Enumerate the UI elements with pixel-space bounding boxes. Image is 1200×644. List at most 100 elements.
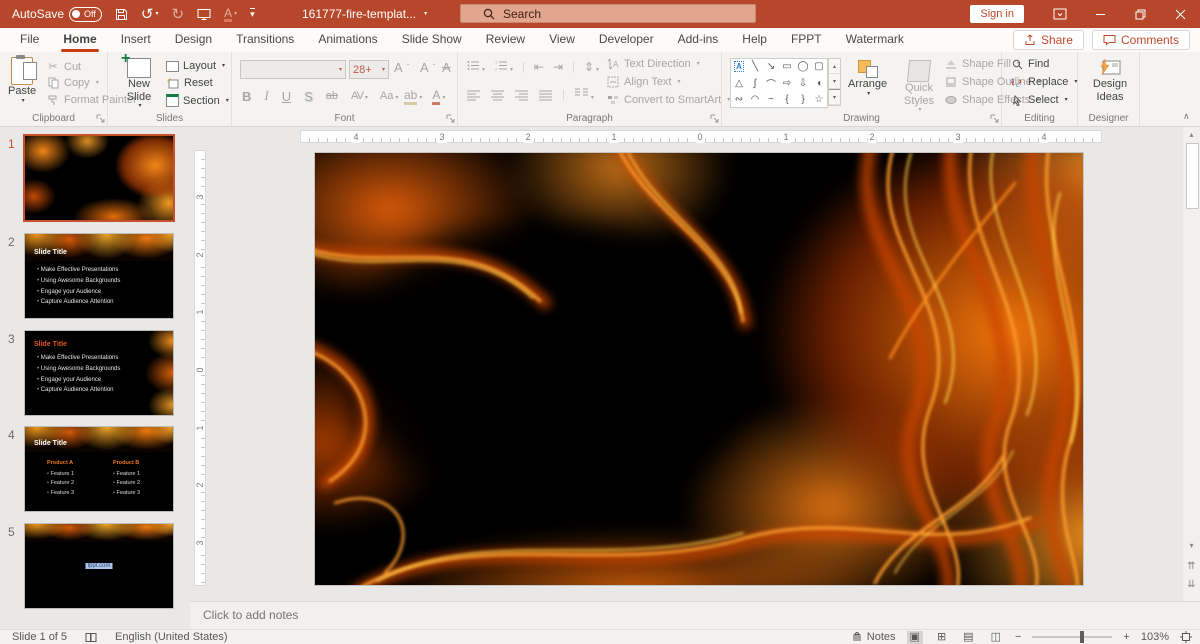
- tab-file[interactable]: File: [8, 28, 51, 52]
- tab-insert[interactable]: Insert: [109, 28, 163, 52]
- zoom-level[interactable]: 103%: [1141, 631, 1169, 643]
- oval-shape[interactable]: ◯: [797, 61, 808, 72]
- paste-button[interactable]: Paste ▾: [8, 57, 36, 104]
- vertical-scrollbar[interactable]: ▴ ▾ ⇈ ⇊: [1183, 127, 1200, 601]
- increase-indent-button[interactable]: ⇥: [553, 60, 563, 74]
- undo-button[interactable]: ↺ ▾: [141, 7, 159, 22]
- arrow-shape[interactable]: ↘: [767, 61, 775, 72]
- horizontal-ruler[interactable]: 4 3 2 1 0 1 2 3 4: [300, 130, 1102, 143]
- right-arrow-shape[interactable]: ⇨: [783, 78, 791, 89]
- rectangle-shape[interactable]: ▭: [782, 61, 791, 72]
- tab-add-ins[interactable]: Add-ins: [666, 28, 731, 52]
- underline-button[interactable]: U: [282, 89, 291, 104]
- shapes-scroll-up-icon[interactable]: ▴: [829, 59, 840, 74]
- arc-shape[interactable]: ◠: [751, 94, 760, 105]
- text-highlight-button[interactable]: ab▾: [404, 88, 422, 102]
- clipboard-dialog-launcher[interactable]: [96, 114, 105, 123]
- autosave-toggle[interactable]: AutoSave Off: [12, 7, 102, 22]
- decrease-indent-button[interactable]: ⇤: [534, 60, 544, 74]
- zoom-in-button[interactable]: +: [1123, 631, 1129, 643]
- character-spacing-button[interactable]: AV▾: [351, 90, 367, 102]
- triangle-shape[interactable]: △: [735, 78, 743, 89]
- search-box[interactable]: Search: [460, 4, 756, 23]
- text-direction-button[interactable]: A Text Direction ▾: [606, 58, 700, 70]
- tab-watermark[interactable]: Watermark: [834, 28, 916, 52]
- design-ideas-button[interactable]: Design Ideas: [1090, 58, 1130, 103]
- text-box-shape[interactable]: A: [734, 61, 744, 73]
- tab-transitions[interactable]: Transitions: [224, 28, 306, 52]
- justify-button[interactable]: [538, 90, 552, 101]
- align-text-button[interactable]: Align Text ▾: [606, 76, 681, 88]
- tab-help[interactable]: Help: [730, 28, 779, 52]
- text-shadow-button[interactable]: S: [304, 89, 313, 104]
- numbering-button[interactable]: 12▾: [494, 60, 513, 74]
- vertical-ruler[interactable]: 3 2 1 0 1 2 3: [194, 150, 206, 586]
- notes-pane[interactable]: Click to add notes: [190, 601, 1200, 629]
- previous-slide-button[interactable]: ⇈: [1183, 561, 1200, 572]
- arrange-button[interactable]: Arrange ▾: [848, 60, 887, 97]
- new-slide-button[interactable]: New Slide ▾: [118, 58, 160, 109]
- grow-font-button[interactable]: Aˆ: [394, 60, 409, 75]
- notes-placeholder[interactable]: Click to add notes: [203, 608, 298, 622]
- slide-sorter-view-button[interactable]: ⊞: [934, 631, 949, 644]
- find-button[interactable]: Find: [1010, 58, 1049, 70]
- bold-button[interactable]: B: [242, 89, 251, 104]
- italic-button[interactable]: I: [264, 88, 268, 104]
- right-brace-shape[interactable]: }: [801, 94, 804, 105]
- columns-button[interactable]: ▾: [575, 88, 594, 102]
- line-shape[interactable]: ╲: [752, 61, 758, 72]
- scroll-down-icon[interactable]: ▾: [1183, 541, 1200, 550]
- sign-in-button[interactable]: Sign in: [970, 5, 1024, 23]
- tab-review[interactable]: Review: [474, 28, 537, 52]
- slide-5-thumbnail[interactable]: fppt.com: [25, 524, 173, 608]
- customize-quick-access-button[interactable]: ▾: [250, 8, 255, 20]
- layout-button[interactable]: Layout ▾: [166, 60, 225, 72]
- quick-styles-button[interactable]: Quick Styles ▾: [897, 60, 941, 113]
- zoom-out-button[interactable]: −: [1015, 631, 1021, 643]
- scribble-shape[interactable]: ∾: [735, 94, 743, 105]
- font-color-button[interactable]: A▾: [432, 88, 445, 102]
- slideshow-view-button[interactable]: ◫: [988, 631, 1004, 644]
- font-name-combobox[interactable]: ▾: [240, 60, 346, 79]
- language-indicator[interactable]: English (United States): [115, 631, 228, 643]
- section-button[interactable]: Section ▾: [166, 94, 229, 107]
- tab-slide-show[interactable]: Slide Show: [390, 28, 474, 52]
- font-size-combobox[interactable]: 28+ ▾: [349, 60, 389, 79]
- rounded-rectangle-shape[interactable]: ▢: [814, 61, 823, 72]
- left-brace-shape[interactable]: {: [785, 94, 788, 105]
- restore-button[interactable]: [1120, 0, 1160, 28]
- replace-button[interactable]: bc Replace ▾: [1010, 76, 1077, 88]
- slide-3-thumbnail[interactable]: Slide Title Make Effective Presentations…: [25, 331, 173, 415]
- align-center-button[interactable]: [490, 90, 504, 101]
- curve-shape-2[interactable]: ⌒: [766, 76, 776, 91]
- shapes-more-icon[interactable]: ▾: [829, 89, 840, 105]
- next-slide-button[interactable]: ⇊: [1183, 579, 1200, 590]
- zoom-slider-handle[interactable]: [1080, 631, 1084, 643]
- comments-button[interactable]: Comments: [1092, 30, 1190, 50]
- normal-view-button[interactable]: ▣: [907, 631, 923, 644]
- slide-4-thumbnail[interactable]: Slide Title Product A Feature 1 Feature …: [25, 427, 173, 511]
- convert-smartart-button[interactable]: Convert to SmartArt ▾: [606, 94, 730, 106]
- zoom-slider[interactable]: [1032, 636, 1112, 638]
- tab-developer[interactable]: Developer: [587, 28, 666, 52]
- ribbon-display-options-button[interactable]: [1040, 0, 1080, 28]
- align-right-button[interactable]: [514, 90, 528, 101]
- wave-shape[interactable]: ~: [768, 94, 774, 105]
- bullets-button[interactable]: ▾: [466, 60, 485, 74]
- reading-view-button[interactable]: ▤: [960, 631, 976, 644]
- close-button[interactable]: [1160, 0, 1200, 28]
- copy-button[interactable]: Copy ▾: [46, 77, 99, 89]
- save-button[interactable]: [115, 8, 128, 21]
- slide-canvas[interactable]: [315, 153, 1083, 585]
- font-color-quick-button[interactable]: A ▾: [224, 7, 237, 22]
- shapes-scroll-down-icon[interactable]: ▾: [829, 74, 840, 89]
- strikethrough-button[interactable]: ab: [326, 90, 338, 102]
- down-arrow-shape[interactable]: ⇩: [799, 78, 807, 89]
- autosave-switch[interactable]: Off: [69, 7, 102, 22]
- minimize-button[interactable]: [1080, 0, 1120, 28]
- font-dialog-launcher[interactable]: [446, 114, 455, 123]
- scroll-up-icon[interactable]: ▴: [1183, 130, 1200, 139]
- paragraph-dialog-launcher[interactable]: [710, 114, 719, 123]
- shapes-gallery[interactable]: A ╲ ↘ ▭ ◯ ▢ △ ∫ ⌒ ⇨ ⇩ ◖ ∾ ◠ ~ { } ☆: [730, 58, 828, 108]
- tab-view[interactable]: View: [537, 28, 587, 52]
